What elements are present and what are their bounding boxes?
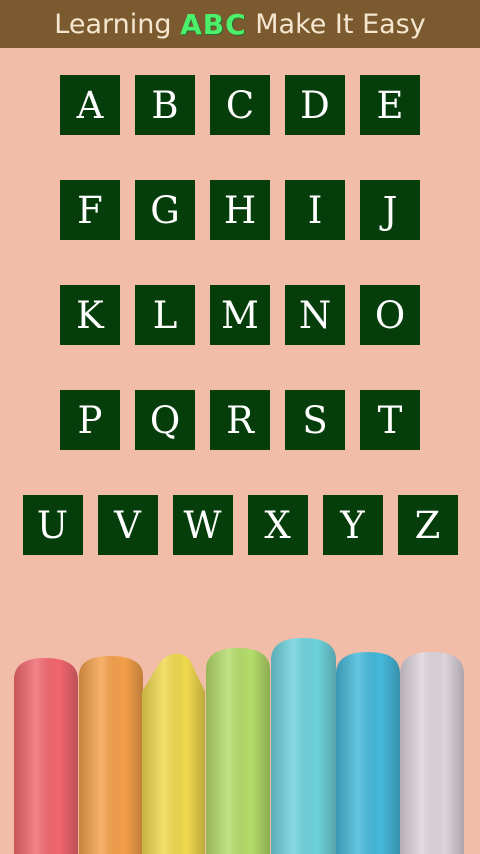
title-prefix: Learning <box>54 8 181 40</box>
letter-button-x[interactable]: X <box>247 495 308 555</box>
letter-button-g[interactable]: G <box>135 180 195 240</box>
letter-row-4: P Q R S T <box>0 390 480 450</box>
letter-row-2: F G H I J <box>0 180 480 240</box>
letter-button-h[interactable]: H <box>210 180 270 240</box>
chalk-white <box>400 652 464 854</box>
title-abc-logo: ABC <box>180 7 247 41</box>
letter-button-z[interactable]: Z <box>397 495 458 555</box>
chalk-blue <box>336 652 400 854</box>
letter-button-d[interactable]: D <box>285 75 345 135</box>
letter-button-e[interactable]: E <box>360 75 420 135</box>
letter-row-1: A B C D E <box>0 75 480 135</box>
letter-button-b[interactable]: B <box>135 75 195 135</box>
letter-button-q[interactable]: Q <box>135 390 195 450</box>
letter-button-o[interactable]: O <box>360 285 420 345</box>
letter-row-3: K L M N O <box>0 285 480 345</box>
chalk-sticks-image <box>0 630 480 854</box>
letter-button-c[interactable]: C <box>210 75 270 135</box>
letter-button-i[interactable]: I <box>285 180 345 240</box>
letter-button-y[interactable]: Y <box>322 495 383 555</box>
letter-button-l[interactable]: L <box>135 285 195 345</box>
letter-button-p[interactable]: P <box>60 390 120 450</box>
chalk-green <box>206 648 270 854</box>
letter-button-j[interactable]: J <box>360 180 420 240</box>
letter-row-5: U V W X Y Z <box>0 495 480 555</box>
letter-button-n[interactable]: N <box>285 285 345 345</box>
chalk-orange <box>79 656 143 854</box>
chalk-teal <box>271 638 336 854</box>
chalk-pink <box>14 658 78 854</box>
letter-button-k[interactable]: K <box>60 285 120 345</box>
letter-button-r[interactable]: R <box>210 390 270 450</box>
letter-button-w[interactable]: W <box>172 495 233 555</box>
title-suffix: Make It Easy <box>246 8 426 40</box>
chalk-yellow <box>142 653 205 854</box>
letter-button-a[interactable]: A <box>60 75 120 135</box>
letter-button-m[interactable]: M <box>210 285 270 345</box>
letter-button-t[interactable]: T <box>360 390 420 450</box>
letter-button-v[interactable]: V <box>97 495 158 555</box>
letter-button-f[interactable]: F <box>60 180 120 240</box>
app-title-bar: Learning ABC Make It Easy <box>0 0 480 48</box>
letter-button-u[interactable]: U <box>22 495 83 555</box>
letter-button-s[interactable]: S <box>285 390 345 450</box>
